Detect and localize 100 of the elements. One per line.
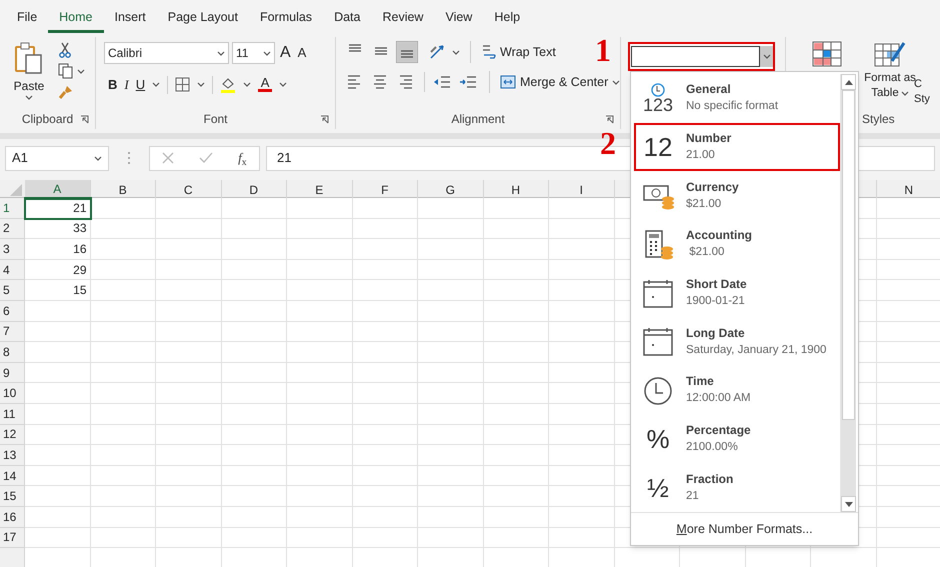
format-option[interactable]: Long Date Saturday, January 21, 1900 — [634, 317, 840, 366]
caret-icon[interactable] — [243, 82, 252, 88]
paste-button[interactable]: Paste — [8, 41, 50, 109]
row-header[interactable]: 16 — [0, 506, 25, 528]
name-box[interactable]: A1 — [5, 146, 109, 170]
caret-icon[interactable] — [263, 50, 271, 56]
caret-icon[interactable] — [197, 82, 206, 88]
caret-icon[interactable] — [900, 91, 909, 96]
row-header[interactable]: 15 — [0, 486, 25, 507]
menu-tab[interactable]: Review — [371, 5, 434, 33]
table-cell — [222, 506, 287, 528]
enter-checkmark-icon[interactable] — [199, 152, 214, 164]
column-header[interactable]: C — [156, 180, 222, 200]
font-color-button[interactable]: A — [258, 77, 272, 92]
row-header[interactable]: 4 — [0, 260, 25, 280]
menu-tab[interactable]: Help — [483, 5, 532, 33]
table-cell — [484, 424, 549, 446]
menu-tab[interactable]: File — [6, 5, 48, 33]
italic-button[interactable]: I — [124, 75, 129, 94]
dialog-launcher-icon[interactable] — [320, 115, 329, 124]
row-header[interactable]: 9 — [0, 362, 25, 384]
row-header[interactable]: 2 — [0, 218, 25, 240]
format-option[interactable]: ½ Fraction 21 — [634, 463, 840, 512]
caret-icon[interactable] — [77, 68, 85, 74]
shrink-font-button[interactable]: A — [296, 43, 308, 63]
table-cell — [156, 198, 222, 219]
format-option[interactable]: Accounting $21.00 — [634, 220, 840, 269]
menu-tab[interactable]: Page Layout — [156, 5, 249, 33]
copy-icon[interactable] — [58, 63, 74, 79]
caret-icon[interactable] — [762, 54, 770, 59]
row-header[interactable]: 10 — [0, 383, 25, 404]
number-format-dropdown[interactable] — [628, 42, 775, 71]
merge-center-button[interactable]: Merge & Center — [500, 72, 608, 92]
insert-function-button[interactable]: f$_{x}$ — [238, 148, 247, 168]
bottom-align-icon[interactable] — [396, 41, 418, 63]
row-header[interactable]: 8 — [0, 342, 25, 363]
caret-icon[interactable] — [25, 95, 33, 100]
grow-font-button[interactable]: A — [278, 41, 293, 65]
column-header[interactable]: I — [549, 180, 614, 200]
row-header[interactable]: 17 — [0, 528, 25, 548]
column-header[interactable]: E — [287, 180, 352, 200]
menu-tab[interactable]: View — [434, 5, 484, 33]
column-header[interactable]: F — [352, 180, 418, 200]
fill-color-icon[interactable] — [220, 76, 236, 93]
format-option[interactable]: Time 12:00:00 AM — [634, 366, 840, 415]
table-cell — [25, 424, 90, 446]
underline-button[interactable]: U — [136, 75, 146, 94]
column-header[interactable]: A — [25, 180, 90, 200]
format-option[interactable]: % Percentage 2100.00% — [634, 414, 840, 464]
caret-icon[interactable] — [152, 82, 160, 88]
paintbrush-icon[interactable] — [58, 84, 74, 100]
more-number-formats-link[interactable]: More Number Formats... — [676, 520, 813, 538]
scrollbar[interactable] — [840, 74, 856, 512]
row-header[interactable]: 14 — [0, 466, 25, 486]
table-cell — [287, 424, 352, 446]
dialog-launcher-icon[interactable] — [605, 115, 614, 124]
caret-icon[interactable] — [217, 50, 225, 56]
row-header[interactable]: 7 — [0, 322, 25, 342]
column-header[interactable]: B — [90, 180, 156, 200]
column-header[interactable]: N — [876, 180, 940, 200]
borders-icon[interactable] — [175, 77, 190, 92]
cell-styles-button[interactable]: C Sty — [914, 41, 930, 109]
table-cell — [287, 383, 352, 404]
row-header[interactable]: 5 — [0, 280, 25, 301]
row-header[interactable]: 12 — [0, 424, 25, 446]
caret-icon[interactable] — [279, 82, 288, 88]
column-header[interactable]: D — [222, 180, 287, 200]
table-cell — [418, 404, 484, 425]
table-cell — [352, 342, 418, 363]
row-header[interactable]: 11 — [0, 404, 25, 425]
conditional-formatting-icon[interactable] — [812, 41, 842, 67]
scrollbar-thumb[interactable] — [842, 90, 855, 420]
format-option[interactable]: 123 General No specific format — [634, 74, 840, 123]
table-cell — [418, 486, 484, 507]
table-cell — [222, 486, 287, 507]
scroll-down-icon[interactable] — [844, 502, 852, 506]
scroll-up-icon[interactable] — [844, 80, 852, 84]
bold-button[interactable]: B — [108, 75, 118, 94]
row-header[interactable]: 13 — [0, 445, 25, 466]
caret-icon[interactable] — [612, 80, 620, 84]
menu-tab[interactable]: Data — [323, 5, 372, 33]
table-cell — [287, 404, 352, 425]
menu-tab[interactable]: Formulas — [248, 5, 324, 33]
font-name-dropdown[interactable]: Calibri — [104, 42, 229, 64]
caret-icon[interactable] — [452, 50, 460, 54]
wrap-text-button[interactable]: Wrap Text — [481, 42, 556, 62]
row-header[interactable]: 3 — [0, 239, 25, 260]
table-cell — [222, 300, 287, 322]
table-cell — [25, 322, 90, 342]
dialog-launcher-icon[interactable] — [80, 115, 89, 124]
row-header[interactable]: 6 — [0, 300, 25, 322]
scissors-icon[interactable] — [58, 42, 72, 58]
format-option[interactable]: Currency $21.00 — [634, 171, 840, 220]
menu-tab[interactable]: Insert — [104, 5, 157, 33]
format-option[interactable]: Short Date 1900-01-21 — [634, 268, 840, 318]
column-header[interactable]: H — [484, 180, 549, 200]
row-header[interactable]: 1 — [0, 198, 25, 219]
font-size-dropdown[interactable]: 11 — [232, 42, 275, 64]
caret-icon[interactable] — [94, 156, 102, 160]
column-header[interactable]: G — [418, 180, 484, 200]
